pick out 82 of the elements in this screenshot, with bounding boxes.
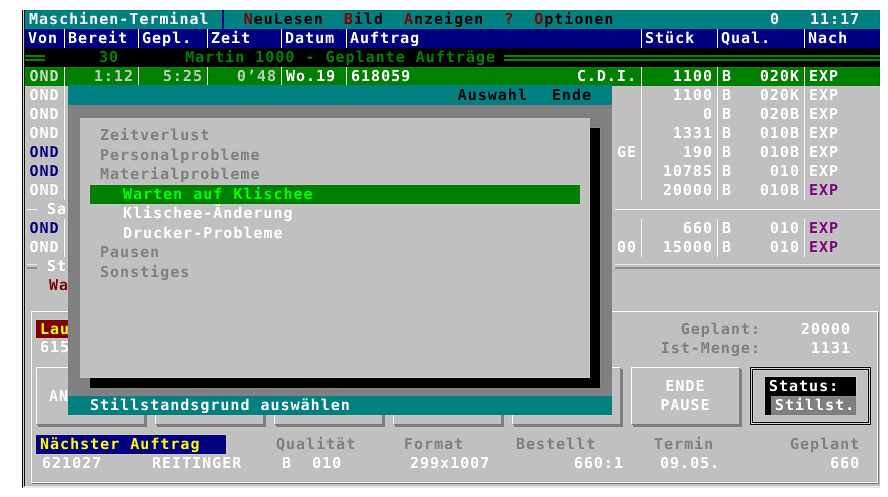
table-cell: EXP [809, 143, 840, 162]
table-cell: B [722, 238, 732, 257]
table-cell: Wo.19 [286, 67, 336, 86]
field-value: 660 [829, 454, 862, 473]
clock: 11:17 [810, 10, 862, 29]
field-label: Format [404, 435, 466, 454]
status-text: Wa [48, 276, 70, 294]
status-label: Status: [764, 377, 856, 396]
table-cell: 20000 [662, 181, 713, 200]
table-cell: OND [29, 143, 60, 162]
job-number: 615 [39, 338, 72, 356]
table-cell: 020B [760, 105, 800, 124]
banner-number: 30 [98, 48, 120, 67]
table-cell: C.D.I. [576, 67, 637, 86]
counter: 0 [770, 10, 782, 29]
field-label: Geplant [790, 435, 862, 454]
table-cell: 020K [760, 86, 800, 105]
table-cell: EXP [809, 219, 840, 238]
table-cell: 010B [760, 143, 800, 162]
field-label: Ist-Menge: [660, 338, 761, 357]
dialog-footer: Stillstandsgrund auswählen [68, 396, 612, 415]
field-value: 299x1007 [409, 454, 492, 473]
table-cell: 010B [760, 181, 800, 200]
table-cell: 020K [760, 67, 800, 86]
table-cell: B [722, 86, 732, 105]
table-cell: OND [29, 86, 60, 105]
table-cell: B [722, 105, 732, 124]
table-cell: 660 [682, 219, 713, 238]
field-value: 1131 [810, 338, 851, 357]
field-label: Geplant: [680, 320, 761, 338]
section-label: Nächster Auftrag [36, 435, 226, 454]
field-value: 621027 [41, 454, 104, 473]
table-cell: B [722, 219, 732, 238]
table-cell: EXP [809, 238, 840, 257]
table-cell: EXP [809, 124, 840, 143]
table-cell: B [722, 143, 732, 162]
banner-title: Martin 1000 - Geplante Aufträge [185, 48, 498, 67]
table-cell: 010 [770, 219, 800, 238]
table-cell: B [722, 67, 732, 86]
table-cell: OND [29, 219, 60, 238]
table-cell: 190 [682, 143, 713, 162]
table-cell: EXP [809, 67, 840, 86]
field-label: Qualität [276, 435, 358, 454]
table-cell: 0 [702, 105, 713, 124]
table-cell: 5:25 [162, 67, 203, 86]
table-cell: OND [29, 162, 60, 181]
table-cell: 010 [770, 238, 800, 257]
table-cell: 618059 [351, 67, 412, 86]
field-value: 20000 [800, 320, 851, 338]
table-cell: 1100 [672, 86, 713, 105]
field-label: Bestellt [516, 435, 598, 454]
column-header: Von [27, 29, 60, 48]
table-cell: OND [29, 124, 60, 143]
table-cell: OND [29, 238, 60, 257]
table-cell: 1100 [672, 67, 713, 86]
field-value: REITINGER [151, 454, 244, 473]
table-cell: B [722, 124, 732, 143]
table-cell: B [722, 181, 732, 200]
table-cell: 10785 [662, 162, 713, 181]
table-cell: 1:12 [94, 67, 134, 86]
table-cell: 010B [760, 124, 800, 143]
table-cell: EXP [809, 86, 840, 105]
table-cell: B [722, 162, 732, 181]
table-cell: OND [29, 181, 60, 200]
table-cell: EXP [809, 162, 840, 181]
group-title: Sa [47, 200, 68, 219]
status-value: Stillst. [764, 396, 856, 415]
table-cell: OND [29, 67, 60, 86]
field-label: Termin [654, 435, 716, 454]
field-value: 660:1 [572, 454, 625, 473]
table-cell: 0’48 [236, 67, 277, 86]
section-title: St [47, 257, 68, 276]
table-cell: GE [616, 143, 637, 162]
field-value: 09.05. [659, 454, 722, 473]
table-cell: OND [29, 105, 60, 124]
table-cell: EXP [809, 105, 840, 124]
table-cell: 15000 [662, 238, 713, 257]
table-cell: 010 [770, 162, 800, 181]
table-cell: EXP [809, 181, 840, 200]
table-cell: 1331 [672, 124, 713, 143]
table-cell: 00 [616, 238, 637, 257]
field-value: B 010 [281, 454, 344, 473]
